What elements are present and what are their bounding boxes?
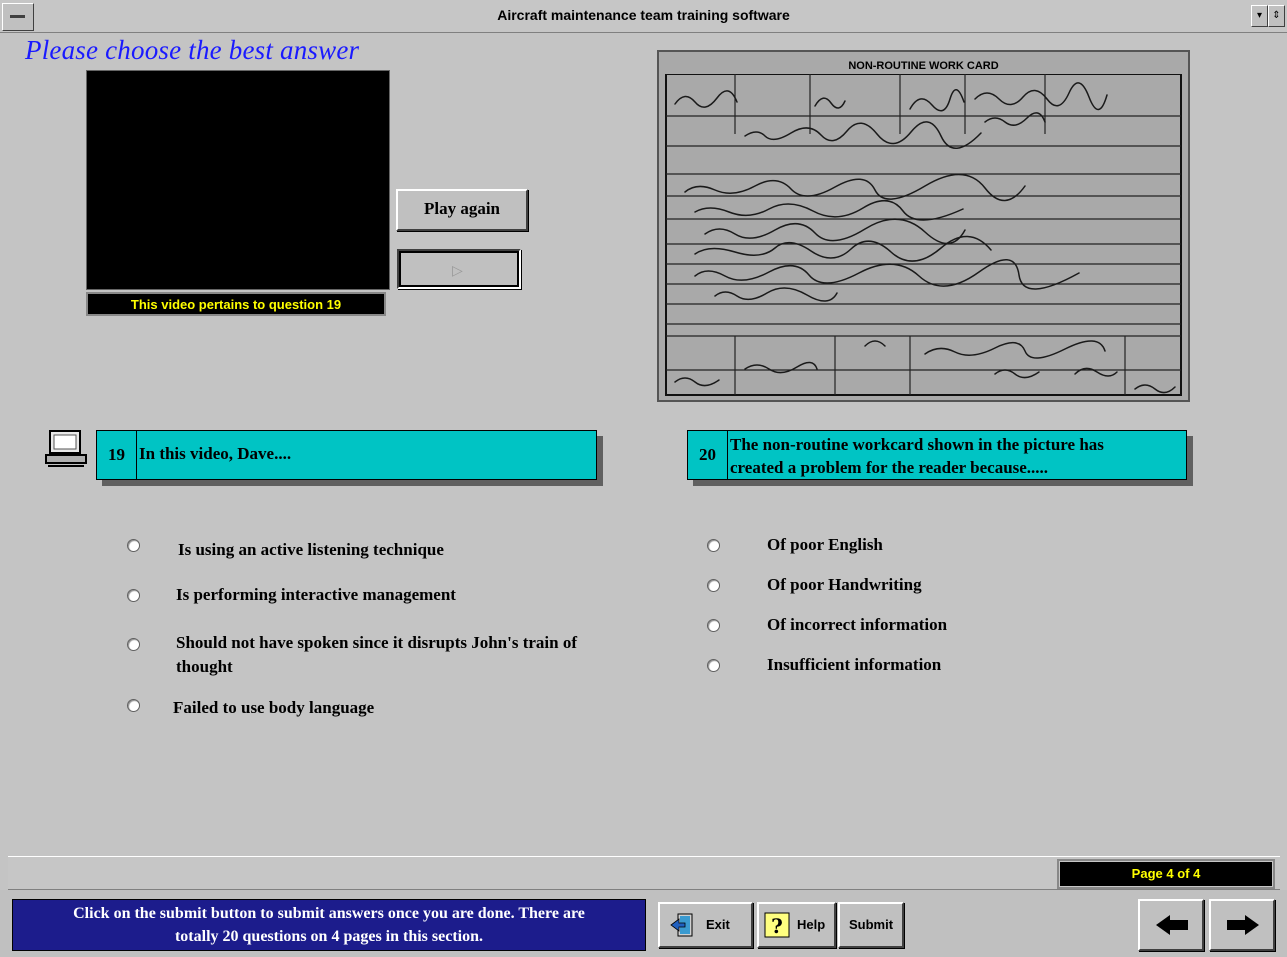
question-text: In this video, Dave.... [139, 444, 292, 463]
q19-option-3-radio[interactable] [127, 638, 140, 651]
q20-option-1-label[interactable]: Of poor English [767, 533, 883, 557]
help-label: Help [797, 917, 826, 932]
question-text: The non-routine workcard shown in the pi… [730, 433, 1182, 479]
q20-option-2-label[interactable]: Of poor Handwriting [767, 573, 922, 597]
page-indicator: Page 4 of 4 [1057, 859, 1275, 889]
maximize-button[interactable]: ⇕ [1268, 5, 1285, 27]
page-heading: Please choose the best answer [25, 35, 360, 65]
question-text-line-1: The non-routine workcard shown in the pi… [730, 435, 1104, 454]
question-19-header: 19 In this video, Dave.... [96, 430, 597, 480]
instructions-box: Click on the submit button to submit ans… [12, 899, 646, 951]
q20-option-2-radio[interactable] [707, 579, 720, 592]
instructions-line-2: totally 20 questions on 4 pages in this … [174, 928, 484, 945]
question-number: 20 [688, 431, 728, 479]
q19-option-2-label[interactable]: Is performing interactive management [176, 583, 456, 607]
workcard-title: NON-ROUTINE WORK CARD [848, 60, 999, 72]
q19-option-3-label[interactable]: Should not have spoken since it disrupts… [176, 631, 596, 679]
question-number: 19 [97, 431, 137, 479]
q19-option-1-radio[interactable] [127, 539, 140, 552]
q20-option-3-radio[interactable] [707, 619, 720, 632]
question-mark-icon: ? [764, 912, 790, 938]
instructions-line-1: Click on the submit button to submit ans… [73, 905, 585, 922]
q20-option-3-label[interactable]: Of incorrect information [767, 613, 947, 637]
submit-button[interactable]: Submit [838, 902, 904, 948]
play-again-button[interactable]: Play again [396, 189, 528, 231]
exit-label: Exit [706, 917, 730, 932]
help-button[interactable]: ? Help [757, 902, 836, 948]
svg-text:?: ? [771, 914, 783, 938]
q20-option-1-radio[interactable] [707, 539, 720, 552]
minimize-button[interactable]: ▾ [1251, 5, 1268, 27]
workcard-image: NON-ROUTINE WORK CARD [657, 50, 1190, 402]
arrow-left-icon [1156, 915, 1188, 935]
workcard-form-drawing [665, 74, 1182, 396]
exit-door-icon [670, 913, 693, 937]
q19-option-4-label[interactable]: Failed to use body language [173, 696, 374, 720]
video-caption: This video pertains to question 19 [86, 292, 386, 316]
q20-option-4-label[interactable]: Insufficient information [767, 653, 941, 677]
previous-page-button[interactable] [1138, 899, 1204, 951]
q19-option-2-radio[interactable] [127, 589, 140, 602]
play-button[interactable]: ▷ [397, 249, 521, 289]
question-text-line-2: created a problem for the reader because… [730, 458, 1049, 477]
window-title: Aircraft maintenance team training softw… [497, 7, 790, 23]
q20-option-4-radio[interactable] [707, 659, 720, 672]
question-20-header: 20 The non-routine workcard shown in the… [687, 430, 1187, 480]
title-bar: Aircraft maintenance team training softw… [0, 0, 1287, 33]
arrow-right-icon [1227, 915, 1259, 935]
computer-icon [45, 430, 87, 467]
next-page-button[interactable] [1209, 899, 1275, 951]
q19-option-4-radio[interactable] [127, 699, 140, 712]
play-icon: ▷ [452, 263, 463, 279]
q19-option-1-label[interactable]: Is using an active listening technique [178, 538, 444, 562]
video-player[interactable] [86, 70, 390, 290]
exit-button[interactable]: Exit [658, 902, 753, 948]
